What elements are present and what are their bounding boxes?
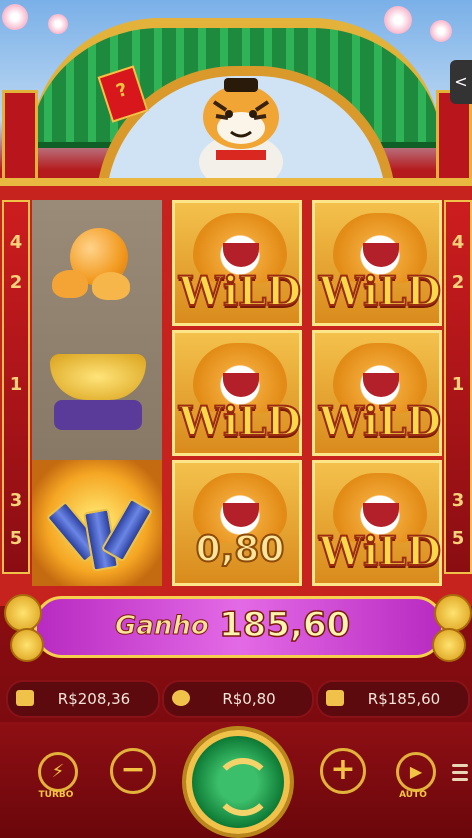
wild-label: WiLD <box>178 267 302 316</box>
autoplay-button[interactable]: ▶ <box>396 752 436 792</box>
win-amount: 185,60 <box>218 604 351 646</box>
payline-number: 4 <box>9 232 23 253</box>
win-banner: Ganho 185,60 <box>34 596 444 658</box>
payline-number: 2 <box>451 272 465 293</box>
coin-cluster-left-icon <box>4 594 42 632</box>
balance-display: R$208,36 <box>6 680 160 718</box>
auto-label: AUTO <box>399 790 427 800</box>
spin-swirl-icon <box>214 758 272 816</box>
reel-3: WiLD WiLD WiLD <box>312 200 442 586</box>
coin-stack-icon <box>172 690 190 706</box>
spin-button[interactable] <box>186 730 290 834</box>
bet-display: R$0,80 <box>162 680 314 718</box>
game-screen: ? < 4 2 1 3 5 4 2 1 3 5 WiLD WiLD 0,80 W… <box>0 0 472 838</box>
payline-bar-left: 4 2 1 3 5 <box>2 200 30 574</box>
reel-1 <box>32 200 162 586</box>
coin-cluster-left-icon <box>10 628 44 662</box>
gold-ingot-icon <box>50 354 146 400</box>
trophy-icon <box>326 690 344 706</box>
last-win-display: R$185,60 <box>316 680 470 718</box>
payline-bar-right: 4 2 1 3 5 <box>444 200 472 574</box>
payline-number: 1 <box>451 374 465 395</box>
wild-symbol: WiLD <box>172 330 302 456</box>
bet-value: R$0,80 <box>222 690 276 708</box>
wild-symbol: WiLD <box>312 460 442 586</box>
reel-2: WiLD WiLD 0,80 <box>172 200 302 586</box>
payline-number: 2 <box>9 272 23 293</box>
turbo-button[interactable]: ⚡ <box>38 752 78 792</box>
gold-ingot-symbol <box>32 330 162 456</box>
coin-cluster-right-icon <box>432 628 466 662</box>
wild-symbol: WiLD <box>312 330 442 456</box>
payline-number: 5 <box>451 528 465 549</box>
payline-number: 3 <box>9 490 23 511</box>
wild-symbol-win: 0,80 <box>172 460 302 586</box>
orange-symbol <box>32 200 162 326</box>
payline-number: 4 <box>451 232 465 253</box>
cherry-blossom <box>48 14 68 34</box>
tiger-mascot <box>199 78 283 190</box>
payline-number: 3 <box>451 490 465 511</box>
payline-number: 1 <box>9 374 23 395</box>
last-win-value: R$185,60 <box>367 690 441 708</box>
wallet-icon <box>16 690 34 706</box>
coin-cluster-right-icon <box>434 594 472 632</box>
menu-icon[interactable] <box>452 760 468 785</box>
decrease-bet-button[interactable]: − <box>110 748 156 794</box>
wild-symbol: WiLD <box>172 200 302 326</box>
payline-number: 5 <box>9 528 23 549</box>
wild-label: WiLD <box>318 527 442 576</box>
cherry-blossom <box>2 4 28 30</box>
turbo-label: TURBO <box>38 790 74 800</box>
win-label: Ganho <box>115 611 210 642</box>
wild-label: WiLD <box>318 397 442 446</box>
side-menu-tab[interactable]: < <box>450 60 472 104</box>
balance-value: R$208,36 <box>57 690 131 708</box>
cherry-blossom <box>384 6 412 34</box>
wild-label: WiLD <box>318 267 442 316</box>
cherry-blossom <box>430 20 452 42</box>
symbol-win-amount: 0,80 <box>195 528 286 571</box>
wild-label: WiLD <box>178 397 302 446</box>
firecracker-symbol <box>32 460 162 586</box>
increase-bet-button[interactable]: + <box>320 748 366 794</box>
wild-symbol: WiLD <box>312 200 442 326</box>
